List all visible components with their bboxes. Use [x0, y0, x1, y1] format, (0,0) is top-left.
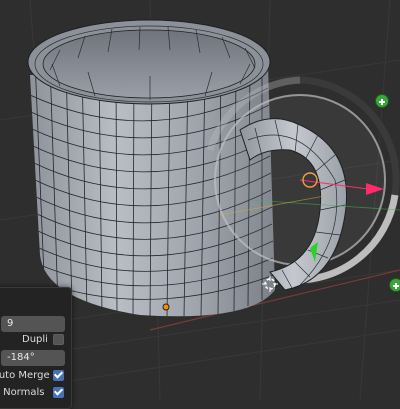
auto-merge-checkbox[interactable]	[53, 370, 64, 381]
gizmo-plus-top-icon[interactable]	[375, 94, 389, 108]
flip-normals-checkbox[interactable]	[53, 387, 64, 398]
spin-redo-panel: 9 Dupli -184° Auto Merge lip Normals	[0, 287, 72, 409]
steps-field[interactable]: 9	[1, 316, 65, 332]
flip-normals-label: lip Normals	[0, 387, 45, 398]
object-origin-icon	[162, 303, 170, 311]
auto-merge-label: Auto Merge	[0, 370, 50, 381]
dupli-checkbox[interactable]	[53, 334, 64, 345]
angle-field[interactable]: -184°	[1, 350, 65, 366]
gizmo-plus-bottom-icon[interactable]	[389, 278, 400, 292]
dupli-label: Dupli	[22, 334, 48, 345]
